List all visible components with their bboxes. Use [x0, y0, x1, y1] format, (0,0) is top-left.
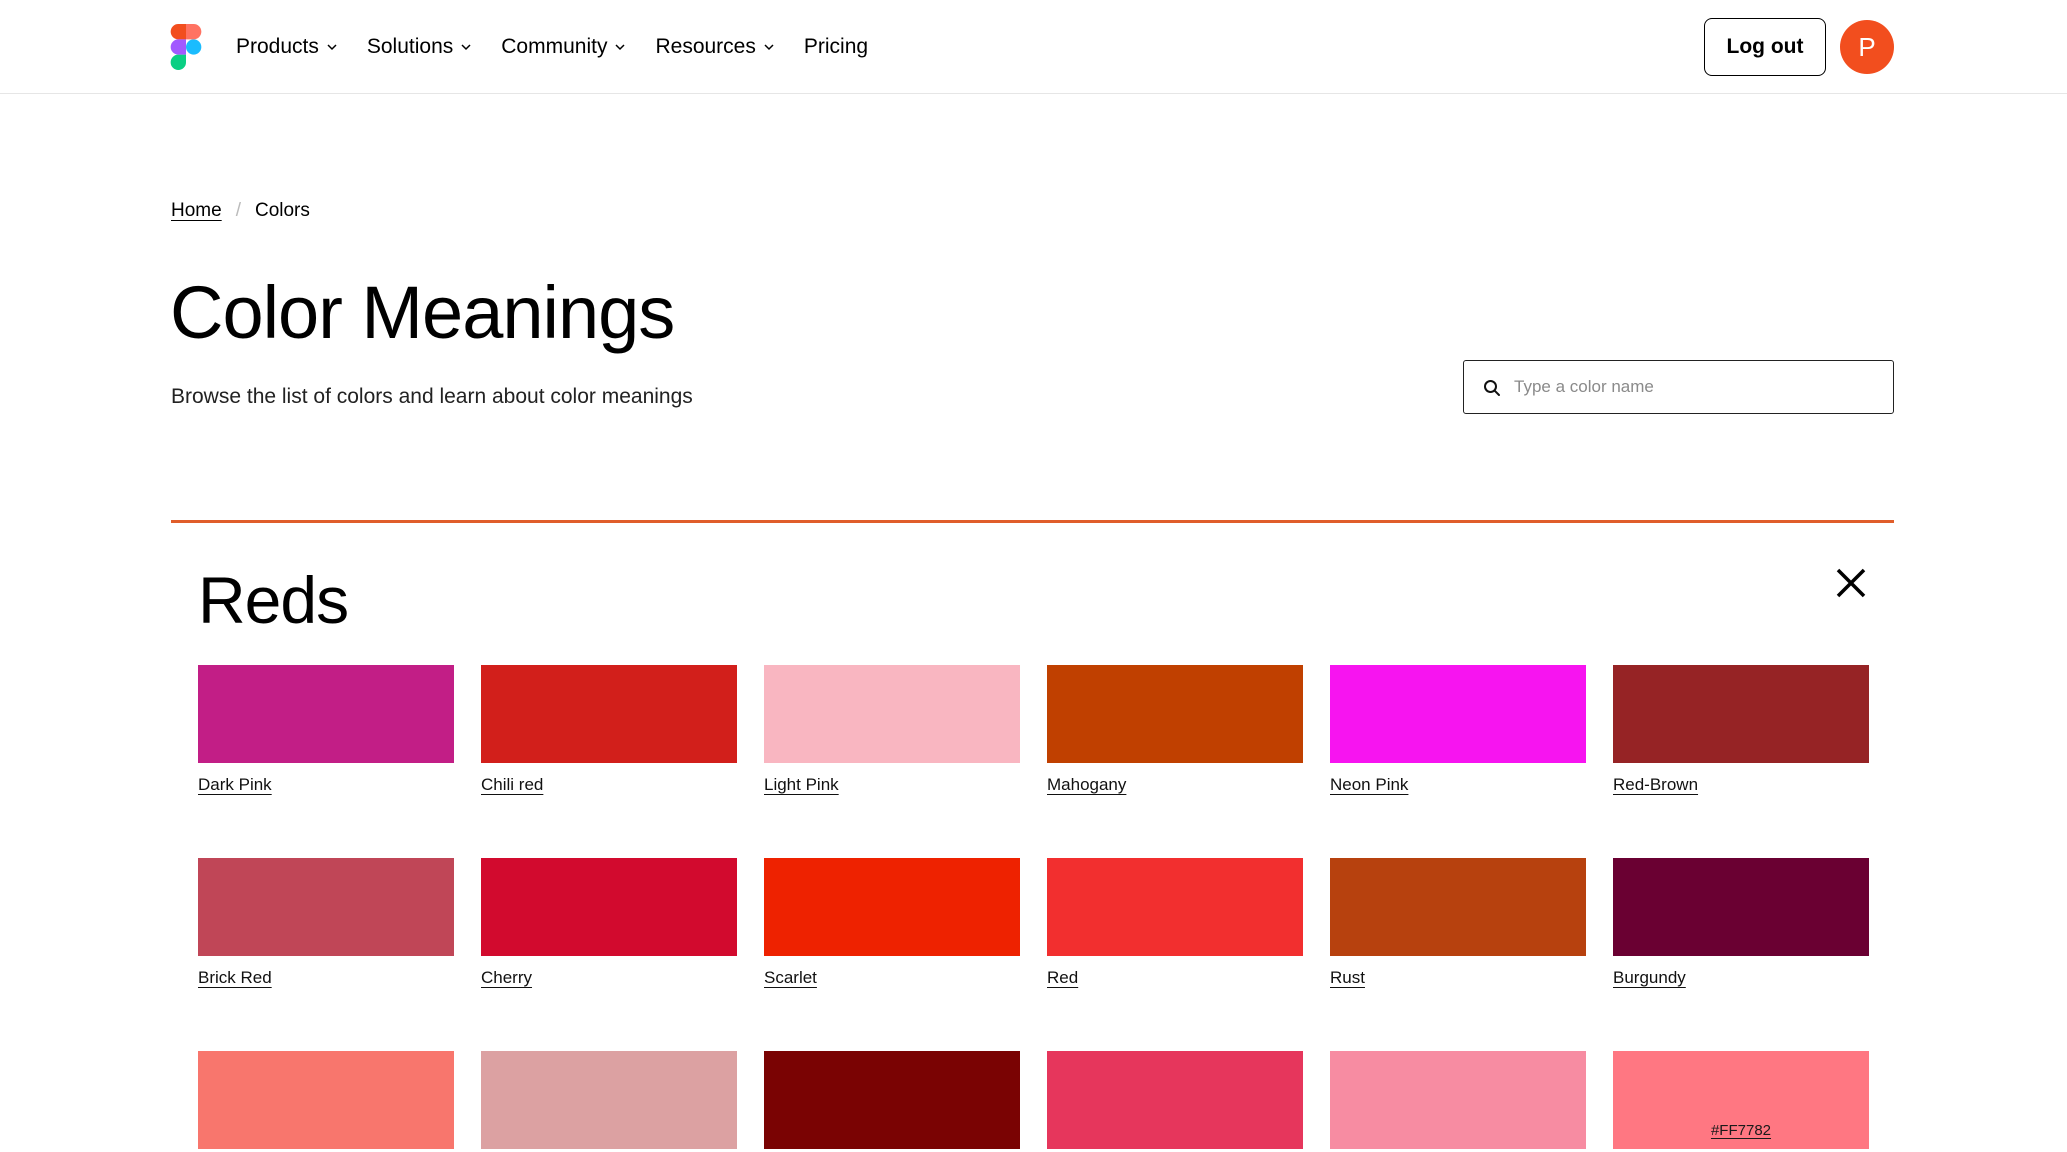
color-swatch[interactable]: #FF7782 [1613, 1051, 1869, 1149]
figma-logo-icon[interactable] [170, 24, 202, 70]
color-card-scarlet[interactable]: Scarlet [764, 858, 1020, 988]
color-swatch[interactable] [1047, 1051, 1303, 1149]
color-swatch[interactable] [198, 1051, 454, 1149]
color-swatch[interactable] [1330, 858, 1586, 956]
page-subtitle: Browse the list of colors and learn abou… [171, 385, 693, 408]
nav-item-label: Pricing [803, 35, 869, 58]
search-icon [1484, 380, 1500, 396]
color-swatch[interactable] [1047, 858, 1303, 956]
color-swatch[interactable] [764, 1051, 1020, 1149]
color-card-dark-pink[interactable]: Dark Pink [198, 665, 454, 795]
color-card-red[interactable]: Red [1047, 858, 1303, 988]
color-card-mahogany[interactable]: Mahogany [1047, 665, 1303, 795]
nav-item-label: Resources [655, 35, 756, 58]
color-swatch[interactable] [1613, 858, 1869, 956]
color-card-cherry[interactable]: Cherry [481, 858, 737, 988]
color-swatch[interactable] [1047, 665, 1303, 763]
color-swatch[interactable] [1613, 665, 1869, 763]
color-name-link[interactable]: Neon Pink [1330, 775, 1408, 795]
main-nav: Products Solutions Community Resources Prici… [236, 0, 868, 94]
nav-item-label: Community [501, 35, 608, 58]
close-icon[interactable] [1834, 566, 1868, 600]
color-card-pastel-red[interactable]: Pastel red [198, 1051, 454, 1152]
color-card-rust[interactable]: Rust [1330, 858, 1586, 988]
page: Products Solutions Community Resources Prici… [0, 0, 2067, 1152]
chevron-down-icon [327, 44, 337, 51]
section-divider [171, 520, 1894, 523]
breadcrumb-separator: / [235, 200, 241, 221]
color-swatch[interactable] [481, 1051, 737, 1149]
top-navigation-bar: Products Solutions Community Resources Prici… [0, 0, 2067, 94]
nav-item-community[interactable]: Community [501, 35, 627, 59]
color-swatch[interactable] [198, 858, 454, 956]
nav-item-label: Solutions [366, 35, 454, 58]
section-title: Reds [198, 563, 349, 637]
color-card-brick-red[interactable]: Brick Red [198, 858, 454, 988]
color-name-link[interactable]: Mahogany [1047, 775, 1126, 795]
color-name-link[interactable]: Red-Brown [1613, 775, 1698, 795]
color-swatch[interactable] [764, 858, 1020, 956]
color-card-light-pink[interactable]: Light Pink [764, 665, 1020, 795]
color-search-input[interactable] [1514, 369, 1884, 405]
color-name-link[interactable]: Chili red [481, 775, 543, 795]
chevron-down-icon [615, 44, 625, 51]
color-name-link[interactable]: Burgundy [1613, 968, 1686, 988]
color-name-link[interactable]: Cherry [481, 968, 532, 988]
color-card-red-brown[interactable]: Red-Brown [1613, 665, 1869, 795]
color-swatch[interactable] [764, 665, 1020, 763]
chevron-down-icon [764, 44, 774, 51]
color-name-link[interactable]: Red [1047, 968, 1078, 988]
breadcrumb-current: Colors [254, 200, 310, 221]
breadcrumb: Home / Colors [171, 200, 310, 222]
color-name-link[interactable]: Rust [1330, 968, 1365, 988]
color-card-chili-red[interactable]: Chili red [481, 665, 737, 795]
color-name-link[interactable]: Scarlet [764, 968, 817, 988]
color-name-link[interactable]: Dark Pink [198, 775, 272, 795]
chevron-down-icon [461, 44, 471, 51]
swatch-hex-label[interactable]: #FF7782 [1613, 1122, 1869, 1139]
color-swatch-grid: Dark Pink Chili red Light Pink Mahogany Neon… [198, 665, 1869, 1152]
color-card-neon-pink[interactable]: Neon Pink [1330, 665, 1586, 795]
user-avatar[interactable]: P [1840, 20, 1894, 74]
color-swatch[interactable] [198, 665, 454, 763]
color-swatch[interactable] [1330, 1051, 1586, 1149]
color-swatch[interactable] [481, 665, 737, 763]
nav-item-resources[interactable]: Resources [655, 35, 775, 59]
nav-item-pricing[interactable]: Pricing [804, 35, 868, 59]
color-card-burgundy[interactable]: Burgundy [1613, 858, 1869, 988]
color-card-blush-pink[interactable]: #FF7782Blush Pink [1613, 1051, 1869, 1152]
color-swatch[interactable] [1330, 665, 1586, 763]
color-card-blood-red[interactable]: Blood Red [764, 1051, 1020, 1152]
color-card-pink[interactable]: Pink [1330, 1051, 1586, 1152]
logout-button[interactable]: Log out [1704, 18, 1826, 76]
nav-item-solutions[interactable]: Solutions [367, 35, 473, 59]
color-card-dusty-rose[interactable]: Dusty Rose [481, 1051, 737, 1152]
breadcrumb-home-link[interactable]: Home [171, 200, 222, 222]
color-card-amaranth[interactable]: Amaranth [1047, 1051, 1303, 1152]
nav-item-products[interactable]: Products [236, 35, 339, 59]
color-search-box [1463, 360, 1894, 414]
color-swatch[interactable] [481, 858, 737, 956]
color-name-link[interactable]: Brick Red [198, 968, 272, 988]
nav-item-label: Products [236, 35, 319, 58]
page-title: Color Meanings [170, 271, 675, 354]
color-name-link[interactable]: Light Pink [764, 775, 839, 795]
